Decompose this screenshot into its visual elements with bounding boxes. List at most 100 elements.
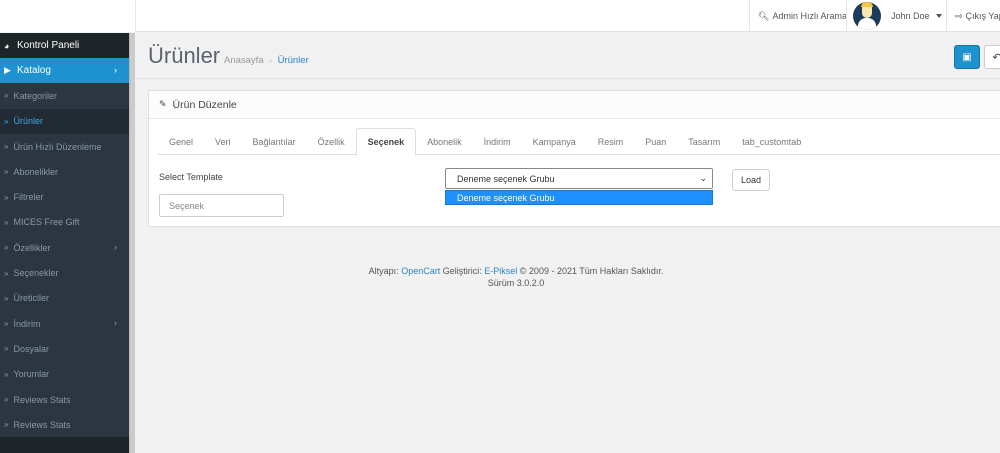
sidebar-item-catalog[interactable]: ▶ Katalog ›	[0, 58, 129, 84]
template-dropdown-option[interactable]: Deneme seçenek Grubu	[445, 190, 713, 205]
sidebar-item-label: Ürün Hızlı Düzenleme	[13, 141, 102, 152]
chevron-down-icon: ⌄	[699, 173, 707, 183]
footer-copyright: © 2009 - 2021 Tüm Hakları Saklıdır.	[519, 266, 664, 276]
breadcrumb-products[interactable]: Ürünler	[278, 55, 309, 66]
chevron-right-icon: ›	[114, 65, 117, 75]
sidebar-item-downloads[interactable]: » Dosyalar	[0, 336, 129, 362]
search-icon: 🔍︎	[758, 10, 770, 21]
panel-heading: ✎ Ürün Düzenle	[149, 91, 1000, 119]
sidebar-item-reviews-stats-2[interactable]: » Reviews Stats	[0, 412, 129, 438]
sidebar-item-label: Reviews Stats	[13, 394, 71, 405]
panel-title: Ürün Düzenle	[172, 98, 237, 111]
logout-label: Çıkış Yap	[965, 11, 1000, 21]
page-title: Ürünler	[148, 43, 221, 68]
angle-right-icon: »	[4, 192, 9, 202]
angle-right-icon: »	[4, 395, 9, 404]
angle-right-icon: »	[4, 243, 9, 253]
reply-icon: ↶	[992, 51, 1000, 64]
avatar	[853, 2, 881, 30]
user-menu[interactable]: John Doe	[846, 0, 946, 32]
sidebar-item-label: Kategoriler	[13, 90, 57, 101]
sidebar: ◕ Kontrol Paneli ▶ Katalog › » Kategorile…	[0, 33, 135, 453]
select-template-label: Select Template	[159, 172, 223, 182]
template-select-value: Deneme seçenek Grubu	[457, 173, 555, 184]
save-icon: ▣	[962, 51, 972, 63]
tab-discount[interactable]: İndirim	[473, 128, 522, 155]
tab-customtab[interactable]: tab_customtab	[731, 128, 812, 155]
logout-link[interactable]: ⇨ Çıkış Yap	[946, 0, 1000, 32]
tab-subscription[interactable]: Abonelik	[416, 128, 473, 155]
page-header: Ürünler Anasayfa › Ürünler ▣ ↶	[136, 33, 1000, 79]
breadcrumb-separator-icon: ›	[269, 56, 272, 65]
tab-option[interactable]: Seçenek	[355, 128, 417, 156]
sidebar-item-filters[interactable]: » Filtreler	[0, 184, 129, 210]
sidebar-item-label: MICES Free Gift	[13, 217, 80, 228]
sidebar-item-label: Abonelikler	[13, 166, 58, 177]
footer-prefix: Altyapı:	[368, 266, 399, 276]
product-tabs: Genel Veri Bağlantılar Özellik Seçenek A…	[158, 128, 1000, 156]
angle-right-icon: »	[4, 268, 9, 278]
quick-search-label: Admin Hızlı Arama	[772, 11, 847, 21]
angle-right-icon: »	[4, 91, 9, 101]
main-content: Ürünler Anasayfa › Ürünler ▣ ↶ ✎ Ürün Dü…	[136, 33, 1000, 453]
sidebar-scrollbar[interactable]	[129, 33, 135, 453]
angle-right-icon: »	[4, 142, 9, 152]
sidebar-item-products[interactable]: » Ürünler	[0, 108, 129, 134]
tab-image[interactable]: Resim	[587, 128, 635, 155]
sidebar-item-label: Üreticiler	[13, 293, 49, 304]
footer-version: Sürüm 3.0.2.0	[487, 278, 545, 288]
angle-right-icon: »	[4, 344, 9, 354]
sidebar-item-reviews[interactable]: » Yorumlar	[0, 361, 129, 387]
breadcrumb-home[interactable]: Anasayfa	[224, 55, 264, 66]
sidebar-item-options[interactable]: » Seçenekler	[0, 260, 129, 286]
sidebar-item-label: Katalog	[17, 65, 51, 77]
tab-links[interactable]: Bağlantılar	[242, 128, 307, 155]
angle-right-icon: »	[4, 217, 9, 227]
back-button[interactable]: ↶	[984, 45, 1000, 69]
angle-right-icon: »	[4, 167, 9, 177]
save-button[interactable]: ▣	[954, 45, 980, 69]
sign-out-icon: ⇨	[955, 10, 963, 21]
opencart-link[interactable]: OpenCart	[401, 266, 440, 276]
dashboard-icon: ◕	[4, 40, 10, 51]
load-button[interactable]: Load	[732, 169, 770, 191]
sidebar-item-label: Reviews Stats	[13, 419, 71, 430]
sidebar-item-dashboard[interactable]: ◕ Kontrol Paneli	[0, 33, 129, 58]
sidebar-item-label: Kontrol Paneli	[17, 40, 80, 51]
tab-attribute[interactable]: Özellik	[307, 128, 356, 155]
sidebar-item-attributes[interactable]: » Özellikler ›	[0, 235, 129, 261]
developer-link[interactable]: E-Piksel	[484, 266, 517, 276]
breadcrumb: Anasayfa › Ürünler	[224, 55, 309, 66]
footer: Altyapı: OpenCart Geliştirici: E-Piksel …	[136, 265, 896, 289]
pencil-icon: ✎	[159, 99, 167, 109]
tab-general[interactable]: Genel	[158, 128, 204, 155]
sidebar-item-discount[interactable]: » İndirim ›	[0, 310, 129, 337]
tab-reward[interactable]: Puan	[634, 128, 677, 155]
angle-right-icon: »	[4, 420, 9, 430]
sidebar-item-subscriptions[interactable]: » Abonelikler	[0, 159, 129, 185]
footer-credits: Altyapı: OpenCart Geliştirici: E-Piksel …	[136, 265, 896, 277]
sidebar-item-label: Seçenekler	[13, 268, 59, 279]
sidebar-item-reviews-stats[interactable]: » Reviews Stats	[0, 386, 129, 413]
chevron-right-icon: ›	[114, 317, 117, 328]
sidebar-item-label: Filtreler	[13, 192, 44, 203]
sidebar-item-label: İndirim	[13, 318, 41, 329]
sidebar-item-free-gift[interactable]: » MICES Free Gift	[0, 209, 129, 236]
template-select[interactable]: Deneme seçenek Grubu ⌄	[445, 168, 713, 189]
tab-design[interactable]: Tasarım	[677, 128, 731, 155]
tag-icon: ▶	[4, 65, 11, 76]
quick-search-link[interactable]: 🔍︎ Admin Hızlı Arama	[749, 0, 847, 32]
sidebar-item-categories[interactable]: » Kategoriler	[0, 83, 129, 109]
header-nav: 🔍︎ Admin Hızlı Arama John Doe ⇨ Çıkış Ya…	[749, 0, 1000, 32]
angle-right-icon: »	[4, 293, 9, 303]
logo-area	[0, 0, 136, 32]
option-autocomplete-input[interactable]: Seçenek	[159, 194, 284, 217]
angle-right-icon: »	[4, 319, 9, 329]
angle-right-icon: »	[4, 116, 9, 126]
tab-data[interactable]: Veri	[204, 128, 242, 155]
sidebar-item-manufacturers[interactable]: » Üreticiler	[0, 285, 129, 311]
sidebar-item-quick-edit[interactable]: » Ürün Hızlı Düzenleme	[0, 133, 129, 160]
tab-special[interactable]: Kampanya	[522, 128, 587, 155]
sidebar-item-label: Dosyalar	[13, 343, 49, 354]
chevron-right-icon: ›	[114, 242, 117, 253]
